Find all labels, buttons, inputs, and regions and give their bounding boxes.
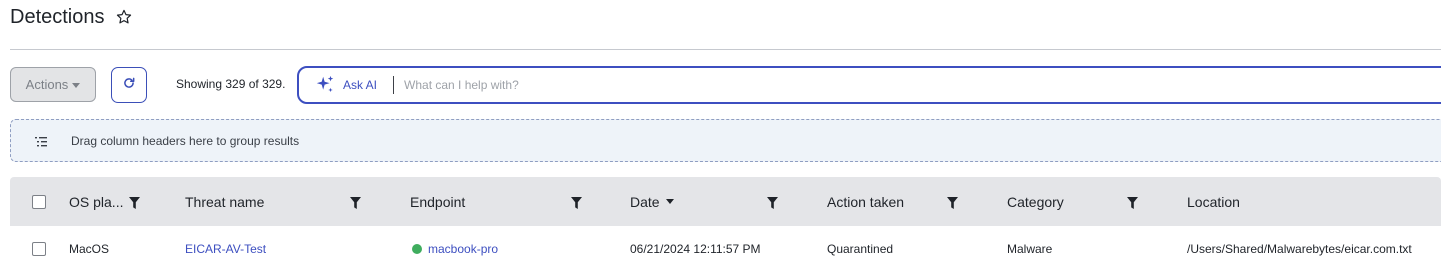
- actions-label: Actions: [25, 77, 69, 92]
- table-header: OS pla... Threat name Endpoint Date Acti…: [10, 177, 1441, 226]
- sort-desc-icon: [665, 199, 674, 204]
- filter-icon[interactable]: [947, 196, 958, 209]
- filter-action-taken[interactable]: [947, 177, 958, 226]
- result-count: Showing 329 of 329.: [176, 77, 286, 91]
- ask-ai-input[interactable]: [404, 78, 1441, 92]
- filter-threat-name[interactable]: [350, 177, 361, 226]
- filter-icon[interactable]: [571, 196, 582, 209]
- cell-location: /Users/Shared/Malwarebytes/eicar.com.txt: [1187, 241, 1412, 256]
- group-list-icon: [35, 135, 49, 147]
- select-all-checkbox[interactable]: [32, 194, 46, 209]
- header-divider: [10, 49, 1441, 50]
- row-checkbox[interactable]: [32, 241, 46, 256]
- column-header-threat-name[interactable]: Threat name: [185, 177, 264, 226]
- row-select-cell: [32, 226, 46, 271]
- column-header-location[interactable]: Location: [1187, 177, 1240, 226]
- column-label-date: Date: [630, 193, 660, 210]
- endpoint-link[interactable]: macbook-pro: [428, 242, 498, 256]
- column-header-category[interactable]: Category: [1007, 177, 1064, 226]
- cell-action-taken: Quarantined: [827, 241, 894, 256]
- column-label-location: Location: [1187, 193, 1240, 210]
- cell-category: Malware: [1007, 241, 1053, 256]
- cell-endpoint[interactable]: macbook-pro: [412, 226, 498, 271]
- star-icon[interactable]: [115, 8, 133, 26]
- page-title: Detections: [10, 5, 105, 28]
- actions-button[interactable]: Actions: [10, 67, 96, 102]
- caret-down-icon: [72, 82, 81, 88]
- column-label-threat-name: Threat name: [185, 193, 265, 210]
- ask-ai-separator: [393, 76, 395, 94]
- cell-date: 06/21/2024 12:11:57 PM: [630, 241, 761, 256]
- filter-icon[interactable]: [767, 196, 778, 209]
- select-all-cell: [32, 177, 46, 226]
- group-drop-zone[interactable]: Drag column headers here to group result…: [10, 119, 1441, 162]
- ask-ai-label: Ask AI: [343, 78, 378, 92]
- group-drop-text: Drag column headers here to group result…: [71, 133, 300, 148]
- page-header: Detections: [10, 4, 133, 30]
- column-header-action-taken[interactable]: Action taken: [827, 177, 904, 226]
- filter-category[interactable]: [1127, 177, 1138, 226]
- status-dot-icon: [412, 243, 422, 254]
- column-label-category: Category: [1007, 193, 1064, 210]
- cell-threat-name-link[interactable]: EICAR-AV-Test: [185, 226, 266, 271]
- refresh-button[interactable]: [111, 67, 147, 103]
- filter-date[interactable]: [767, 177, 778, 226]
- table-row[interactable]: MacOS EICAR-AV-Test macbook-pro 06/21/20…: [10, 226, 1441, 271]
- ask-ai-box[interactable]: Ask AI: [297, 66, 1441, 104]
- filter-endpoint[interactable]: [571, 177, 582, 226]
- column-label-action-taken: Action taken: [827, 193, 905, 210]
- sparkle-icon: [314, 74, 336, 96]
- toolbar: Actions Showing 329 of 329. Ask AI: [10, 66, 1441, 104]
- filter-icon[interactable]: [350, 196, 361, 209]
- filter-icon[interactable]: [129, 196, 141, 209]
- cell-os: MacOS: [69, 241, 110, 256]
- column-header-os[interactable]: OS pla...: [69, 177, 141, 226]
- filter-icon[interactable]: [1127, 196, 1138, 209]
- column-label-os: OS pla...: [69, 193, 124, 210]
- refresh-icon: [122, 76, 136, 95]
- column-header-endpoint[interactable]: Endpoint: [410, 177, 465, 226]
- column-label-endpoint: Endpoint: [410, 193, 466, 210]
- column-header-date[interactable]: Date: [630, 177, 674, 226]
